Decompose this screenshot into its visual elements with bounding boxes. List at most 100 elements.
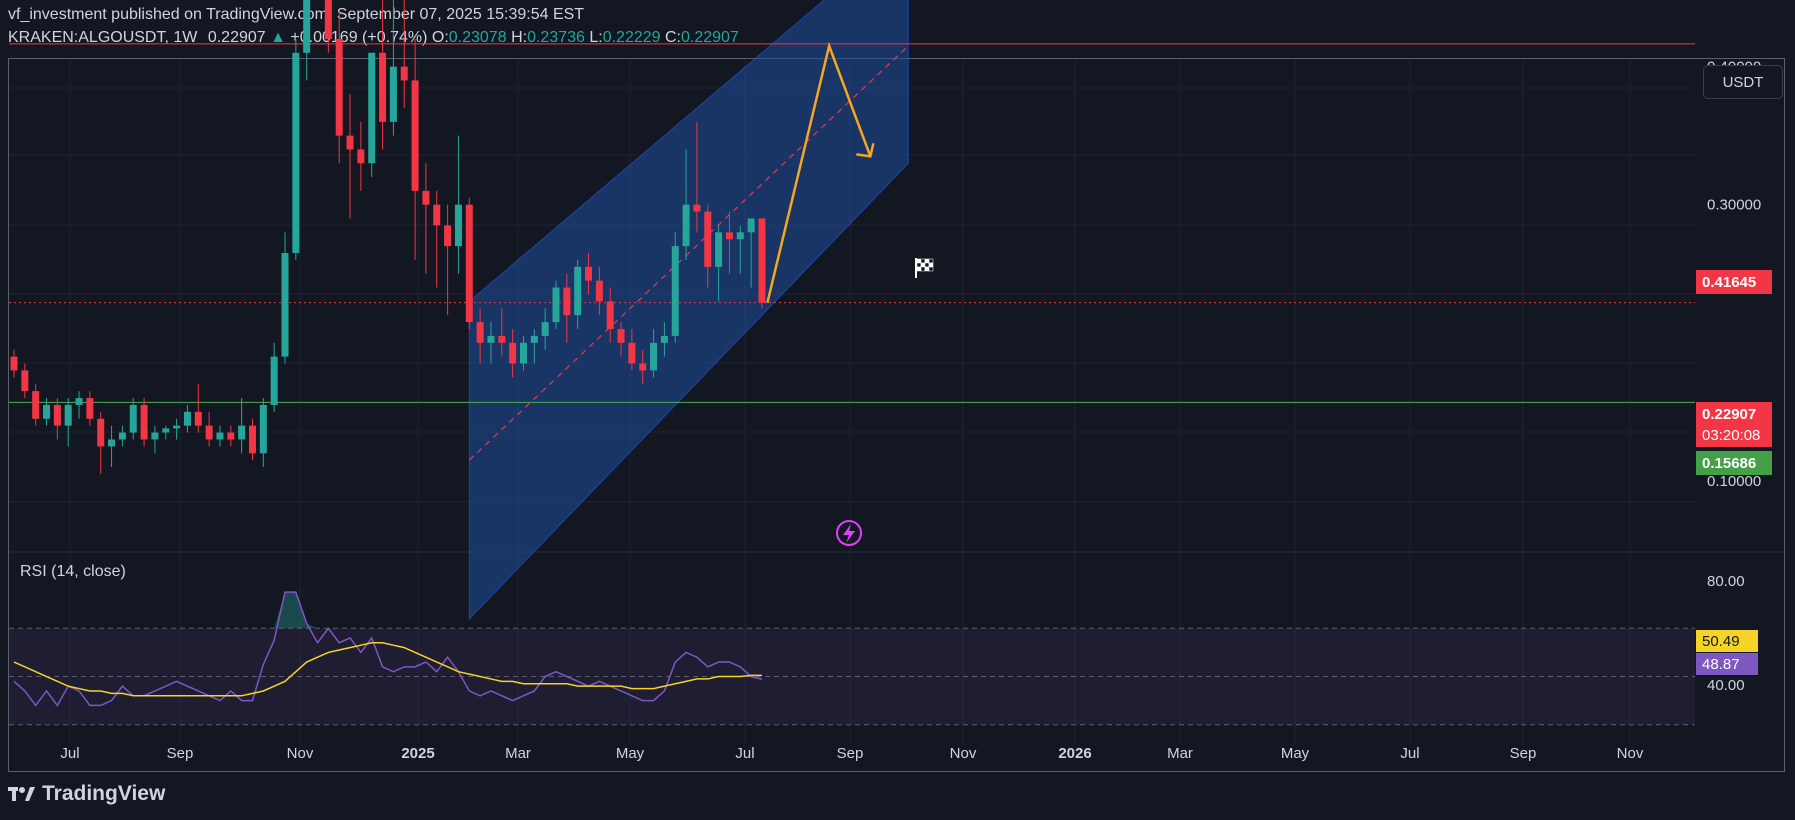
resistance-price-tag: 0.41645 xyxy=(1696,270,1772,294)
candle-body-0 xyxy=(10,356,18,371)
candle-body-23 xyxy=(259,404,267,454)
candle-body-43 xyxy=(476,322,484,343)
time-tick-6: Jul xyxy=(735,745,754,762)
time-tick-9: 2026 xyxy=(1058,745,1091,762)
time-tick-4: Mar xyxy=(505,745,531,762)
candle-body-18 xyxy=(205,425,213,440)
candle-body-51 xyxy=(563,287,571,316)
candle-body-60 xyxy=(660,335,668,343)
candle-body-27 xyxy=(303,0,311,53)
rsi-tag: 48.87 xyxy=(1696,653,1758,675)
candle-body-62 xyxy=(682,204,690,247)
candle-body-54 xyxy=(595,280,603,302)
time-tick-13: Sep xyxy=(1510,745,1537,762)
candle-body-41 xyxy=(454,204,462,247)
candle-body-67 xyxy=(736,232,744,240)
candle-body-17 xyxy=(194,411,202,426)
support-price-tag: 0.15686 xyxy=(1696,451,1772,475)
rsi-ma-tag: 50.49 xyxy=(1696,630,1758,652)
candle-body-64 xyxy=(704,211,712,267)
candle-body-45 xyxy=(498,335,506,343)
lightning-bolt xyxy=(843,524,855,543)
time-tick-7: Sep xyxy=(837,745,864,762)
candle-body-52 xyxy=(574,266,582,316)
candle-body-69 xyxy=(758,218,766,303)
time-tick-10: Mar xyxy=(1167,745,1193,762)
price-tick-4: 0.10000 xyxy=(1707,473,1761,490)
currency-button[interactable]: USDT xyxy=(1703,65,1783,99)
candle-body-40 xyxy=(444,225,452,247)
candle-body-37 xyxy=(411,80,419,191)
candle-body-36 xyxy=(400,66,408,81)
candle-body-22 xyxy=(248,425,256,454)
price-tick-3: 0.30000 xyxy=(1707,197,1761,214)
candle-body-4 xyxy=(53,404,61,426)
candle-body-42 xyxy=(465,204,473,323)
rsi-label[interactable]: RSI (14, close) xyxy=(20,563,126,581)
candle-body-38 xyxy=(422,190,430,205)
candle-body-3 xyxy=(43,404,51,419)
time-tick-1: Sep xyxy=(167,745,194,762)
candle-body-33 xyxy=(368,52,376,164)
candle-body-47 xyxy=(519,342,527,364)
price-chart[interactable]: 0.600000.500000.400000.300000.10000JulSe… xyxy=(0,0,1795,820)
candle-body-30 xyxy=(335,38,343,136)
candle-body-61 xyxy=(671,246,679,336)
candle-body-13 xyxy=(151,432,159,440)
tradingview-logo-icon xyxy=(8,785,36,803)
candle-body-53 xyxy=(585,266,593,281)
rsi-level-80: 80.00 xyxy=(1707,573,1745,590)
candle-body-11 xyxy=(129,404,137,433)
flag-icon xyxy=(915,258,934,278)
candle-body-8 xyxy=(97,418,105,447)
candle-body-32 xyxy=(357,149,365,164)
time-tick-12: Jul xyxy=(1400,745,1419,762)
candle-body-25 xyxy=(281,253,289,357)
candle-body-63 xyxy=(693,204,701,212)
time-tick-2: Nov xyxy=(287,745,314,762)
time-tick-11: May xyxy=(1281,745,1310,762)
candle-body-20 xyxy=(227,432,235,440)
candle-body-65 xyxy=(715,232,723,267)
countdown-tag: 03:20:08 xyxy=(1696,423,1772,447)
candle-body-14 xyxy=(162,428,170,433)
candle-body-55 xyxy=(606,301,614,329)
candle-body-6 xyxy=(75,398,83,405)
candle-body-5 xyxy=(64,404,72,426)
candle-body-66 xyxy=(725,232,733,240)
candle-body-9 xyxy=(108,439,116,447)
candle-body-49 xyxy=(541,322,549,336)
brand-name: TradingView xyxy=(42,782,166,805)
candle-body-50 xyxy=(552,287,560,323)
candle-body-16 xyxy=(183,411,191,426)
candle-body-12 xyxy=(140,404,148,440)
trend-channel xyxy=(468,0,909,621)
time-tick-3: 2025 xyxy=(401,745,434,762)
candle-body-46 xyxy=(509,342,517,364)
candle-body-15 xyxy=(173,425,181,429)
rsi-level-40: 40.00 xyxy=(1707,677,1745,694)
candle-body-24 xyxy=(270,356,278,405)
candle-body-56 xyxy=(617,328,625,343)
time-tick-8: Nov xyxy=(950,745,977,762)
candle-body-34 xyxy=(379,52,387,122)
candle-body-19 xyxy=(216,432,224,440)
time-tick-14: Nov xyxy=(1617,745,1644,762)
candle-body-39 xyxy=(433,204,441,226)
candle-body-10 xyxy=(118,432,126,440)
candle-body-21 xyxy=(238,425,246,440)
candle-body-48 xyxy=(530,335,538,343)
candle-body-29 xyxy=(324,0,332,39)
time-tick-5: May xyxy=(616,745,645,762)
candle-body-35 xyxy=(389,66,397,122)
candle-body-26 xyxy=(292,52,300,254)
candle-body-7 xyxy=(86,398,94,419)
tradingview-logo[interactable]: TradingView xyxy=(8,782,165,806)
candle-body-57 xyxy=(628,342,636,364)
candle-body-58 xyxy=(639,363,647,371)
time-tick-0: Jul xyxy=(60,745,79,762)
candle-body-2 xyxy=(32,391,40,419)
candle-body-31 xyxy=(346,135,354,150)
candle-body-44 xyxy=(487,335,495,343)
candle-body-68 xyxy=(747,218,755,233)
